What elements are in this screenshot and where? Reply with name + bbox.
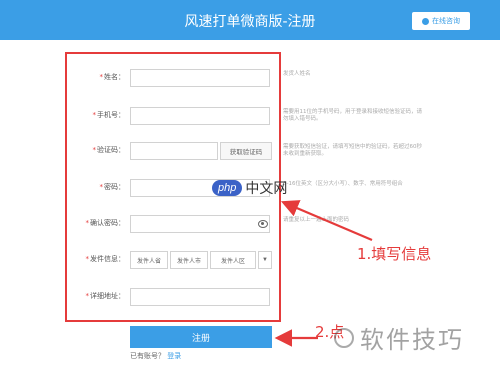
skill-watermark: 软件技巧	[334, 320, 464, 355]
skill-watermark-text: 软件技巧	[360, 326, 464, 354]
annotation-step1: 1.填写信息	[357, 245, 432, 263]
php-badge: php	[212, 180, 243, 196]
php-watermark-text: 中文网	[245, 181, 288, 197]
arrow-to-form	[280, 200, 373, 242]
php-watermark: php 中文网	[212, 178, 287, 198]
watermark-logo-icon	[334, 327, 354, 348]
